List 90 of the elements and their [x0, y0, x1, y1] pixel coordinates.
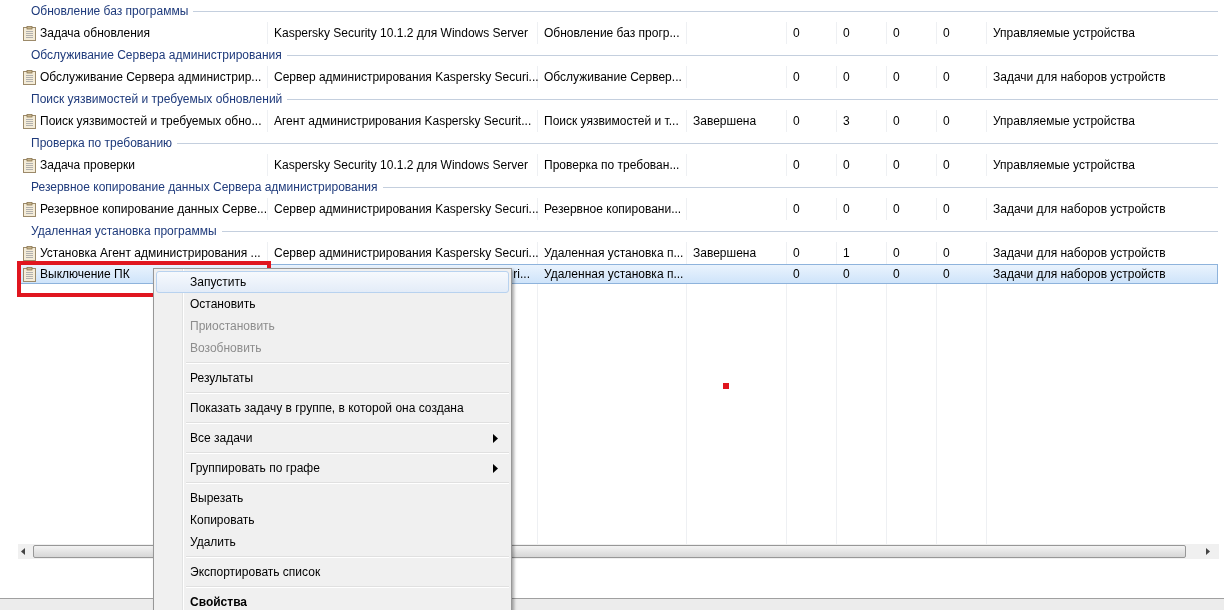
table-cell-text: 0	[893, 69, 900, 86]
menu-item[interactable]: Группировать по графе	[156, 457, 509, 479]
table-cell-text: Сервер администрирования Kaspersky Securi...	[274, 201, 539, 218]
table-cell-text: Задачи для наборов устройств	[993, 69, 1166, 86]
menu-item[interactable]: Экспортировать список	[156, 561, 509, 583]
table-cell-text: Резервное копировани...	[544, 201, 682, 218]
table-cell-text: Сервер администрирования Kaspersky Securi...	[274, 245, 539, 262]
table-cell-text: Обслуживание Сервер...	[544, 69, 682, 86]
table-cell-text: Задачи для наборов устройств	[993, 266, 1166, 283]
table-cell-text: 0	[793, 245, 800, 262]
table-cell-text: 0	[843, 157, 850, 174]
menu-item[interactable]: Результаты	[156, 367, 509, 389]
menu-item[interactable]: Копировать	[156, 509, 509, 531]
table-cell-text: 0	[893, 245, 900, 262]
table-cell-text: 0	[943, 201, 950, 218]
table-cell-text: Завершена	[693, 245, 757, 262]
table-cell-text: Завершена	[693, 113, 757, 130]
table-cell-text: 0	[793, 25, 800, 42]
group-header[interactable]: Поиск уязвимостей и требуемых обновлений	[31, 90, 283, 108]
table-cell-text: Установка Агент администрирования ...	[40, 245, 261, 262]
table-row[interactable]: Поиск уязвимостей и требуемых обно... Агент администрирования Kaspersky Securit... Поиск уязвимостей и т... Завершена 0 3 0 0 Управляемые устройства	[20, 111, 1218, 131]
table-cell-text: 0	[943, 157, 950, 174]
table-cell-text: Задача обновления	[40, 25, 151, 42]
table-cell-text: 0	[943, 25, 950, 42]
task-icon	[23, 113, 36, 129]
table-cell-text: 0	[943, 69, 950, 86]
table-cell-text: 0	[793, 201, 800, 218]
table-cell-text: 0	[793, 113, 800, 130]
table-cell-text: Обновление баз прогр...	[544, 25, 680, 42]
group-header[interactable]: Резервное копирование данных Сервера администрирования	[31, 178, 378, 196]
table-cell-text: Агент администрирования Kaspersky Securit...	[274, 113, 532, 130]
table-cell-text: 0	[943, 266, 950, 283]
table-cell-text: 0	[893, 157, 900, 174]
table-cell-text: 0	[843, 25, 850, 42]
menu-item[interactable]: Вырезать	[156, 487, 509, 509]
table-cell-text: Выключение ПК	[40, 266, 130, 283]
table-row[interactable]: Задача проверки Kaspersky Security 10.1.2 для Windows Server Проверка по требован... 0 0 0 0 Управляемые устройства	[20, 155, 1218, 175]
table-cell-text: 0	[843, 69, 850, 86]
group-header[interactable]: Удаленная установка программы	[31, 222, 217, 240]
table-cell-text: 3	[843, 113, 850, 130]
table-cell-text: Kaspersky Security 10.1.2 для Windows Server	[274, 25, 528, 42]
table-cell-text: Проверка по требован...	[544, 157, 680, 174]
task-icon	[23, 201, 36, 217]
group-header[interactable]: Обновление баз программы	[31, 2, 189, 20]
menu-item[interactable]: Удалить	[156, 531, 509, 553]
table-cell-text: 0	[893, 25, 900, 42]
table-cell-text: 0	[843, 266, 850, 283]
table-row[interactable]: Обслуживание Сервера администрир... Сервер администрирования Kaspersky Securi... Обслуживание Сервер... 0 0 0 0 Задачи для наборов устройств	[20, 67, 1218, 87]
table-cell-text: Задачи для наборов устройств	[993, 201, 1166, 218]
task-icon	[23, 266, 36, 282]
table-cell-text: ri...	[513, 266, 530, 283]
table-row[interactable]: Задача обновления Kaspersky Security 10.1.2 для Windows Server Обновление баз прогр... 0 0 0 0 Управляемые устройства	[20, 23, 1218, 43]
table-cell-text: Сервер администрирования Kaspersky Securi...	[274, 69, 539, 86]
table-cell-text: 0	[793, 69, 800, 86]
task-icon	[23, 245, 36, 261]
table-cell-text: Задачи для наборов устройств	[993, 245, 1166, 262]
submenu-arrow-icon	[493, 463, 498, 473]
group-header[interactable]: Проверка по требованию	[31, 134, 173, 152]
table-cell-text: Удаленная установка п...	[544, 266, 684, 283]
table-cell-text: 1	[843, 245, 850, 262]
menu-item[interactable]: Остановить	[156, 293, 509, 315]
table-cell-text: 0	[893, 266, 900, 283]
table-cell-text: 0	[893, 201, 900, 218]
menu-item[interactable]: Запустить	[156, 271, 509, 293]
table-cell-text: Удаленная установка п...	[544, 245, 684, 262]
menu-item[interactable]: Показать задачу в группе, в которой она создана	[156, 397, 509, 419]
table-cell-text: 0	[943, 113, 950, 130]
table-cell-text: Задача проверки	[40, 157, 135, 174]
table-cell-text: 0	[893, 113, 900, 130]
submenu-arrow-icon	[493, 433, 498, 443]
table-cell-text: 0	[793, 266, 800, 283]
task-icon	[23, 69, 36, 85]
group-header[interactable]: Обслуживание Сервера администрирования	[31, 46, 282, 64]
table-cell-text: Обслуживание Сервера администрир...	[40, 69, 262, 86]
table-cell-text: 0	[793, 157, 800, 174]
menu-item[interactable]: Свойства	[156, 591, 509, 610]
table-cell-text: Kaspersky Security 10.1.2 для Windows Server	[274, 157, 528, 174]
table-cell-text: Резервное копирование данных Серве...	[40, 201, 267, 218]
table-row[interactable]: Установка Агент администрирования ... Сервер администрирования Kaspersky Securi... Удаленная установка п... Завершена 0 1 0 0 Задачи для наборов устройств	[20, 243, 1218, 263]
table-cell-text: Управляемые устройства	[993, 157, 1135, 174]
table-cell-text: Поиск уязвимостей и требуемых обно...	[40, 113, 262, 130]
table-row[interactable]: Резервное копирование данных Серве... Сервер администрирования Kaspersky Securi... Резервное копировани... 0 0 0 0 Задачи для наборов устройств	[20, 199, 1218, 219]
table-cell-text: Поиск уязвимостей и т...	[544, 113, 679, 130]
table-cell-text: 0	[843, 201, 850, 218]
menu-item[interactable]: Все задачи	[156, 427, 509, 449]
table-cell-text: Управляемые устройства	[993, 113, 1135, 130]
task-icon	[23, 157, 36, 173]
task-icon	[23, 25, 36, 41]
table-cell-text: 0	[943, 245, 950, 262]
table-cell-text: Управляемые устройства	[993, 25, 1135, 42]
